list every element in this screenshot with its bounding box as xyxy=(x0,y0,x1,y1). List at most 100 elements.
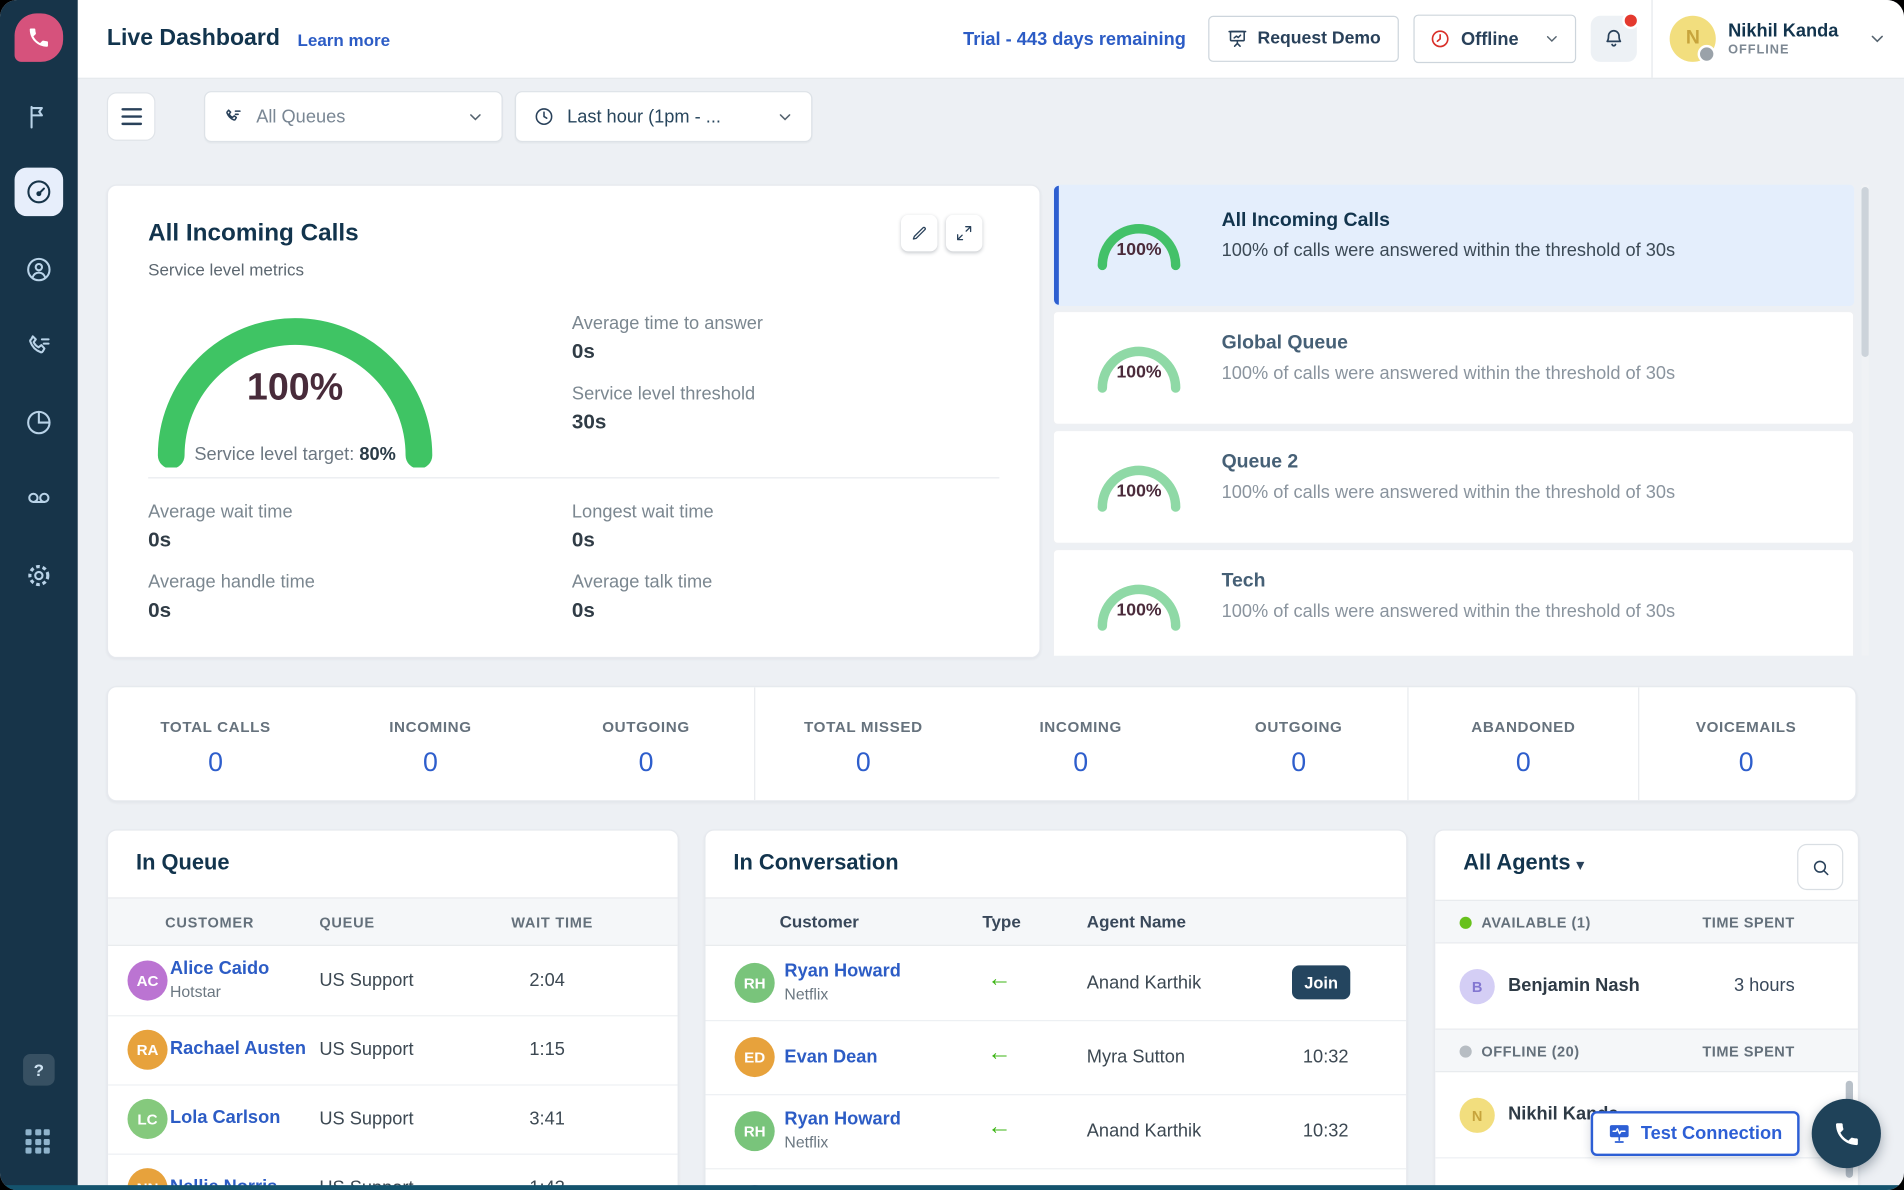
dialer-fab[interactable] xyxy=(1812,1099,1881,1168)
sidebar-item-analytics[interactable] xyxy=(24,408,53,437)
request-demo-label: Request Demo xyxy=(1258,29,1381,48)
stat-total-calls: TOTAL CALLS0 xyxy=(108,687,323,800)
service-level-gauge: 100% Service level target: 80% xyxy=(154,307,436,467)
card-divider xyxy=(148,477,999,478)
trial-banner[interactable]: Trial - 443 days remaining xyxy=(963,29,1186,50)
metric-service-level-threshold: Service level threshold 30s xyxy=(572,384,755,435)
app-window: ? Live Dashboard Learn more Trial - 443 … xyxy=(0,0,1904,1190)
col-customer: Customer xyxy=(780,912,859,931)
sidebar-item-call-logs[interactable] xyxy=(24,332,53,361)
app-switcher-icon[interactable] xyxy=(26,1129,53,1156)
queue-filter-value: All Queues xyxy=(256,106,345,127)
edit-widget-button[interactable] xyxy=(901,215,937,251)
avatar: RH xyxy=(735,1111,775,1151)
presence-value: Offline xyxy=(1461,29,1519,50)
agent-search-button[interactable] xyxy=(1797,844,1843,890)
metric-avg-talk-time: Average talk time 0s xyxy=(572,572,712,623)
time-range-value: Last hour (1pm - ... xyxy=(567,106,721,127)
call-stats-bar: TOTAL CALLS0 INCOMING0 OUTGOING0 TOTAL M… xyxy=(107,686,1857,801)
search-icon xyxy=(1810,857,1831,878)
queue-item-queue-2[interactable]: 100% Queue 2 100% of calls were answered… xyxy=(1053,430,1854,544)
customer-link[interactable]: Evan Dean xyxy=(784,1047,877,1068)
avatar: N xyxy=(1460,1098,1495,1133)
chevron-down-icon xyxy=(466,107,484,125)
stat-missed-incoming: INCOMING0 xyxy=(971,687,1190,800)
notifications-button[interactable] xyxy=(1591,16,1637,62)
dashboard-menu-button[interactable] xyxy=(107,92,156,141)
chevron-down-icon xyxy=(1868,29,1887,48)
expand-widget-button[interactable] xyxy=(946,215,982,251)
in-queue-card: In Queue CUSTOMER QUEUE WAIT TIME AC Ali… xyxy=(107,829,679,1190)
caret-down-icon: ▾ xyxy=(1577,856,1584,873)
in-conversation-card: In Conversation Customer Type Agent Name… xyxy=(704,829,1407,1190)
app-logo[interactable] xyxy=(15,13,64,62)
flag-icon xyxy=(24,102,53,131)
contacts-icon xyxy=(24,255,53,284)
avatar: ED xyxy=(735,1037,775,1077)
agents-filter-dropdown[interactable]: All Agents ▾ xyxy=(1463,850,1584,876)
call-queue-icon xyxy=(222,106,244,128)
metric-avg-time-to-answer: Average time to answer 0s xyxy=(572,313,763,364)
sidebar-item-contacts[interactable] xyxy=(24,255,53,284)
service-card-subtitle: Service level metrics xyxy=(148,260,304,279)
stat-abandoned: ABANDONED0 xyxy=(1407,687,1638,800)
join-call-button[interactable]: Join xyxy=(1292,965,1350,999)
phone-icon xyxy=(1832,1119,1861,1148)
sidebar-item-settings[interactable] xyxy=(24,561,53,590)
avatar: AC xyxy=(128,961,168,1001)
in-conversation-row: RH Ryan HowardNetflix ← Anand Karthik Jo… xyxy=(706,946,1407,1021)
learn-more-link[interactable]: Learn more xyxy=(298,30,391,49)
presence-dropdown[interactable]: Offline xyxy=(1414,15,1577,64)
in-queue-row: LC Lola Carlson US Support 3:41 xyxy=(108,1084,678,1154)
metric-avg-wait-time: Average wait time 0s xyxy=(148,502,292,553)
avatar: B xyxy=(1460,969,1495,1004)
incoming-call-arrow: ← xyxy=(987,1114,1011,1142)
offline-dot xyxy=(1460,1046,1472,1058)
phone-list-icon xyxy=(24,332,53,361)
in-conversation-row: ED Evan Dean ← Myra Sutton 10:32 xyxy=(706,1020,1407,1095)
user-status: OFFLINE xyxy=(1728,42,1838,57)
col-customer: CUSTOMER xyxy=(165,914,254,931)
available-dot xyxy=(1460,917,1472,929)
avatar: N xyxy=(1670,16,1716,62)
col-wait-time: WAIT TIME xyxy=(511,914,593,931)
test-connection-button[interactable]: Test Connection xyxy=(1591,1111,1800,1156)
sidebar-item-getting-started[interactable] xyxy=(24,102,53,131)
presence-dot xyxy=(1698,45,1716,63)
sidebar-item-voicemail[interactable] xyxy=(24,483,53,512)
in-queue-row: RA Rachael Austen US Support 1:15 xyxy=(108,1015,678,1085)
sidebar: ? xyxy=(0,0,78,1190)
in-queue-row: AC Alice CaidoHotstar US Support 2:04 xyxy=(108,946,678,1016)
user-menu[interactable]: N Nikhil Kanda OFFLINE xyxy=(1667,16,1887,62)
window-bottom-edge xyxy=(0,1185,1904,1190)
request-demo-button[interactable]: Request Demo xyxy=(1208,16,1399,62)
queue-filter-dropdown[interactable]: All Queues xyxy=(204,91,503,142)
customer-link[interactable]: Alice Caido xyxy=(170,958,269,979)
customer-link[interactable]: Ryan Howard xyxy=(784,961,900,982)
queue-metrics-panel: 100% All Incoming Calls 100% of calls we… xyxy=(1053,185,1869,656)
metric-avg-handle-time: Average handle time 0s xyxy=(148,572,315,623)
incoming-call-arrow: ← xyxy=(987,965,1011,993)
sidebar-item-dashboard[interactable] xyxy=(15,168,64,217)
gauge-value: 100% xyxy=(154,366,436,410)
chevron-down-icon xyxy=(1544,30,1561,47)
queue-item-tech[interactable]: 100% Tech 100% of calls were answered wi… xyxy=(1053,549,1854,656)
agent-row: B Benjamin Nash 3 hours xyxy=(1435,944,1858,1030)
bell-icon xyxy=(1602,27,1626,51)
in-queue-header: CUSTOMER QUEUE WAIT TIME xyxy=(108,897,678,946)
gauge-target-value: 80% xyxy=(359,444,395,465)
presentation-icon xyxy=(1226,28,1248,50)
customer-link[interactable]: Rachael Austen xyxy=(170,1038,306,1059)
scrollbar-thumb[interactable] xyxy=(1862,187,1869,357)
time-range-dropdown[interactable]: Last hour (1pm - ... xyxy=(515,91,813,142)
user-name: Nikhil Kanda xyxy=(1728,21,1838,42)
queue-item-all-incoming[interactable]: 100% All Incoming Calls 100% of calls we… xyxy=(1053,185,1854,306)
clock-icon xyxy=(533,106,555,128)
topbar: Live Dashboard Learn more Trial - 443 da… xyxy=(78,0,1904,79)
customer-link[interactable]: Ryan Howard xyxy=(784,1109,900,1130)
help-button[interactable]: ? xyxy=(23,1054,55,1086)
queue-item-global-queue[interactable]: 100% Global Queue 100% of calls were ans… xyxy=(1053,311,1854,425)
expand-icon xyxy=(954,223,973,242)
offline-clock-icon xyxy=(1429,28,1451,50)
customer-link[interactable]: Lola Carlson xyxy=(170,1107,280,1128)
